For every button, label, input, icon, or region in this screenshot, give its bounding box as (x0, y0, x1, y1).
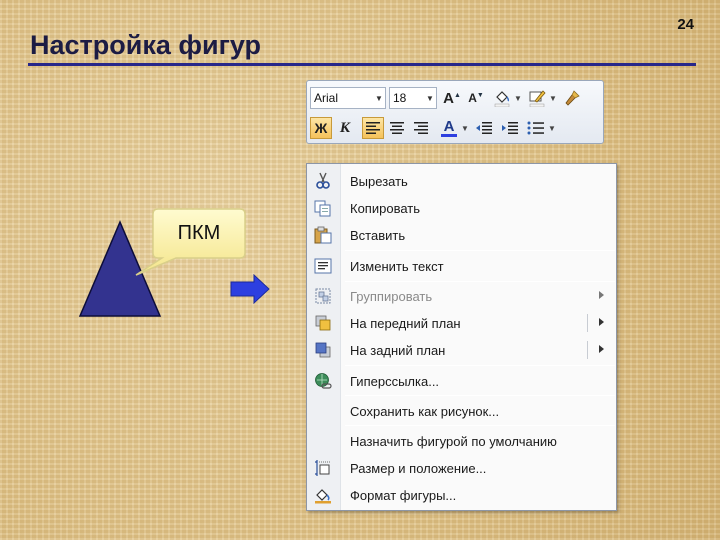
font-name-value: Arial (314, 91, 339, 105)
italic-label: К (339, 119, 351, 136)
menu-item-label: На передний план (350, 316, 461, 331)
menu-item-label: Копировать (350, 201, 420, 216)
menu-item-label: Назначить фигурой по умолчанию (350, 434, 557, 449)
submenu-arrow-icon (599, 291, 604, 299)
increase-indent-icon (502, 122, 518, 134)
align-left-icon (366, 122, 380, 134)
bullet-list-icon (527, 121, 544, 135)
menu-item-set-default-shape[interactable]: Назначить фигурой по умолчанию (307, 428, 616, 454)
chevron-down-icon[interactable]: ▼ (548, 124, 556, 133)
chevron-down-icon[interactable]: ▼ (461, 124, 469, 133)
menu-separator (345, 365, 615, 366)
menu-item-save-as-picture[interactable]: Сохранить как рисунок... (307, 398, 616, 424)
italic-button[interactable]: К (334, 117, 356, 139)
menu-item-edit-text[interactable]: Изменить текст (307, 253, 616, 279)
menu-item-group[interactable]: Группировать (307, 283, 616, 309)
font-name-combo[interactable]: Arial ▼ (310, 87, 386, 109)
increase-indent-button[interactable] (499, 117, 521, 139)
align-right-icon (414, 122, 428, 134)
send-backward-icon (315, 342, 331, 358)
menu-item-copy[interactable]: Копировать (307, 195, 616, 221)
paint-bucket-icon (494, 91, 510, 107)
menu-item-format-shape[interactable]: Формат фигуры... (307, 482, 616, 508)
chevron-down-icon[interactable]: ▼ (549, 94, 557, 103)
align-left-button[interactable] (362, 117, 384, 139)
outline-color-button[interactable] (526, 87, 548, 109)
menu-item-label: На задний план (350, 343, 446, 358)
align-center-button[interactable] (386, 117, 408, 139)
font-color-bar (441, 134, 457, 137)
format-shape-icon (315, 489, 331, 504)
chevron-down-icon[interactable]: ▼ (373, 94, 385, 103)
submenu-arrow-icon[interactable] (599, 318, 604, 326)
shrink-font-icon: A▼ (468, 91, 484, 105)
group-icon (315, 288, 331, 304)
shrink-font-button[interactable]: A▼ (465, 87, 487, 109)
mini-toolbar-row-2: Ж К A ▼ ▼ (310, 114, 556, 142)
align-right-button[interactable] (410, 117, 432, 139)
bold-label: Ж (314, 120, 328, 136)
menu-item-label: Формат фигуры... (350, 488, 457, 503)
split-divider (587, 314, 588, 332)
mini-toolbar-row-1: Arial ▼ 18 ▼ A▲ A▼ ▼ ▼ (310, 84, 583, 112)
pen-outline-icon (529, 90, 546, 107)
menu-separator (345, 250, 615, 251)
grow-font-icon: A▲ (443, 89, 461, 107)
bullets-button[interactable] (525, 117, 547, 139)
menu-item-label: Группировать (350, 289, 433, 304)
slide-title: Настройка фигур (30, 30, 261, 60)
menu-item-label: Вырезать (350, 174, 408, 189)
font-size-value: 18 (393, 91, 407, 105)
align-center-icon (390, 122, 404, 134)
font-color-button[interactable]: A (438, 117, 460, 139)
menu-item-hyperlink[interactable]: Гиперссылка... (307, 368, 616, 394)
decrease-indent-button[interactable] (473, 117, 495, 139)
menu-item-label: Размер и положение... (350, 461, 487, 476)
size-position-icon (315, 460, 331, 476)
menu-item-label: Вставить (350, 228, 406, 243)
menu-item-send-backward[interactable]: На задний план (307, 337, 616, 363)
menu-item-cut[interactable]: Вырезать (307, 168, 616, 194)
grow-font-button[interactable]: A▲ (441, 87, 463, 109)
edit-text-icon (314, 258, 332, 274)
title-rule (28, 63, 696, 66)
format-painter-icon (565, 90, 580, 106)
menu-separator (345, 281, 615, 282)
submenu-arrow-icon[interactable] (599, 345, 604, 353)
font-size-combo[interactable]: 18 ▼ (389, 87, 437, 109)
menu-item-label: Сохранить как рисунок... (350, 404, 500, 419)
decrease-indent-icon (476, 122, 492, 134)
paste-icon (314, 226, 332, 244)
copy-icon (314, 200, 331, 217)
menu-separator (345, 425, 615, 426)
bring-forward-icon (315, 315, 331, 331)
menu-item-paste[interactable]: Вставить (307, 222, 616, 248)
fill-color-button[interactable] (491, 87, 513, 109)
format-painter-button[interactable] (561, 87, 583, 109)
hyperlink-icon (315, 373, 332, 389)
bold-button[interactable]: Ж (310, 117, 332, 139)
right-arrow-shape (230, 274, 270, 304)
menu-item-size-position[interactable]: Размер и положение... (307, 455, 616, 481)
chevron-down-icon[interactable]: ▼ (424, 94, 436, 103)
chevron-down-icon[interactable]: ▼ (514, 94, 522, 103)
font-color-label: A (443, 118, 455, 135)
menu-item-bring-forward[interactable]: На передний план (307, 310, 616, 336)
scissors-icon (316, 172, 330, 189)
callout-label: ПКМ (177, 222, 221, 244)
menu-item-label: Изменить текст (350, 259, 444, 274)
context-menu: Вырезать Копировать Вставить Изменить те… (306, 163, 617, 511)
mini-toolbar: Arial ▼ 18 ▼ A▲ A▼ ▼ ▼ Ж К A ▼ ▼ (306, 80, 604, 144)
menu-separator (345, 395, 615, 396)
menu-item-label: Гиперссылка... (350, 374, 440, 389)
page-number: 24 (677, 16, 694, 33)
split-divider (587, 341, 588, 359)
